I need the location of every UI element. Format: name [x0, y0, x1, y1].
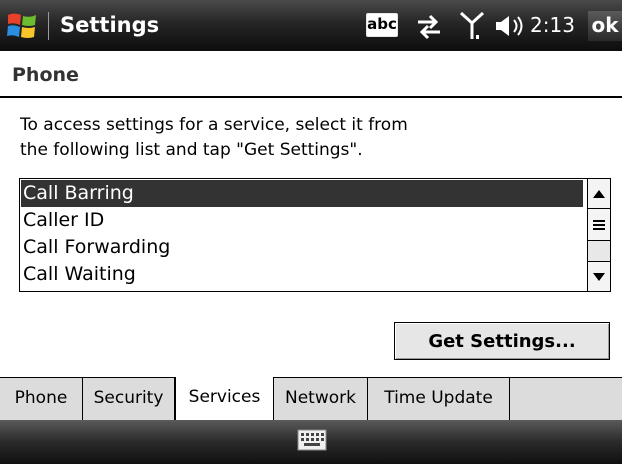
get-settings-button[interactable]: Get Settings...	[394, 322, 610, 360]
title-bar: Settings abc 2:13 ok	[0, 0, 622, 51]
ok-button[interactable]: ok	[588, 11, 622, 41]
bottom-bar	[0, 420, 622, 464]
list-item-call-forwarding[interactable]: Call Forwarding	[21, 234, 583, 261]
scroll-down-button[interactable]	[588, 261, 610, 291]
windows-start-icon[interactable]	[5, 9, 41, 43]
tab-network[interactable]: Network	[274, 378, 368, 420]
instructions-line-2: the following list and tap "Get Settings…	[20, 140, 363, 160]
connectivity-icon[interactable]	[414, 12, 444, 40]
abc-input-icon[interactable]: abc	[366, 13, 398, 37]
signal-icon[interactable]	[458, 9, 486, 43]
title-separator	[48, 12, 49, 40]
page-title: Phone	[12, 64, 79, 86]
list-item-call-barring[interactable]: Call Barring	[21, 180, 583, 207]
scroll-thumb[interactable]	[588, 209, 610, 241]
list-item-caller-id[interactable]: Caller ID	[21, 207, 583, 234]
page-header: Phone	[0, 51, 622, 98]
instructions-text: To access settings for a service, select…	[20, 113, 600, 163]
keyboard-icon[interactable]	[297, 429, 327, 451]
scroll-up-button[interactable]	[588, 179, 610, 209]
list-item-call-waiting[interactable]: Call Waiting	[21, 261, 583, 288]
clock[interactable]: 2:13	[530, 12, 575, 38]
instructions-line-1: To access settings for a service, select…	[20, 115, 408, 135]
list-scrollbar[interactable]	[587, 179, 610, 291]
app-title: Settings	[60, 13, 160, 37]
tab-phone[interactable]: Phone	[0, 378, 83, 420]
scroll-up-arrow-icon	[593, 190, 605, 198]
tab-services[interactable]: Services	[175, 377, 274, 421]
grip-icon	[593, 220, 605, 230]
scroll-down-arrow-icon	[593, 273, 605, 281]
tab-time-update[interactable]: Time Update	[368, 378, 510, 420]
tab-strip: Phone Security Services Network Time Upd…	[0, 377, 622, 421]
volume-icon[interactable]	[494, 13, 528, 39]
tab-security[interactable]: Security	[83, 378, 175, 420]
services-listbox[interactable]: Call Barring Caller ID Call Forwarding C…	[19, 178, 611, 292]
